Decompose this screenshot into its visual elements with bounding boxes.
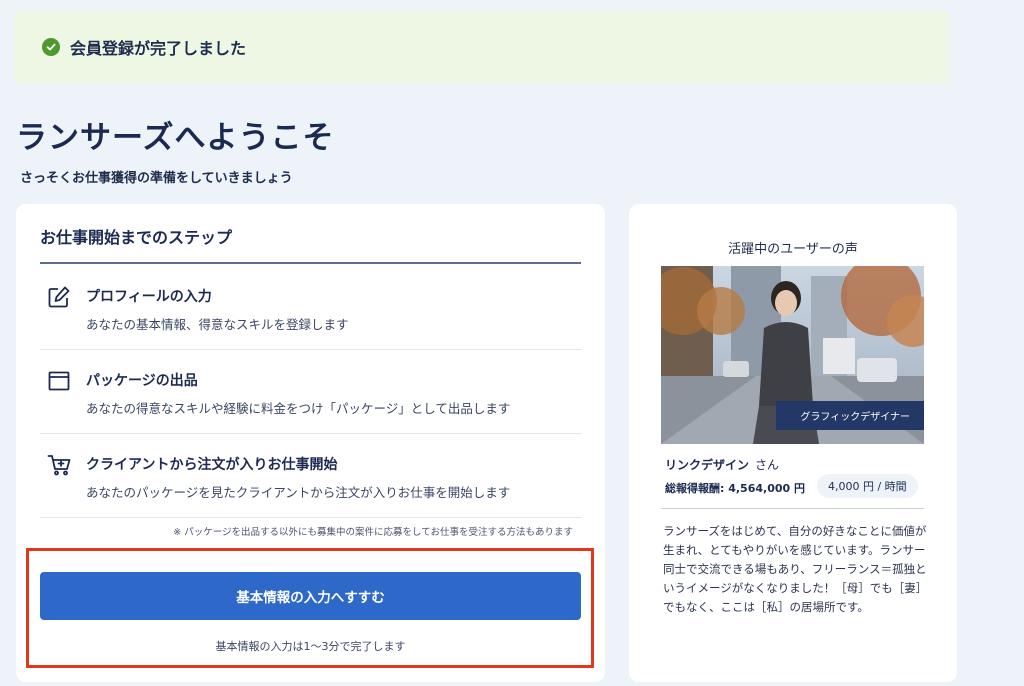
divider [661, 508, 924, 509]
user-name: リンクデザイン [665, 458, 750, 472]
total-earnings: 総報得報酬: 4,564,000 円 [665, 482, 805, 495]
testimonial-card: 活躍中のユーザーの声 グラフィックデザイナー リンクデザイン さん 総報得報酬:… [629, 204, 957, 682]
step-description: あなたの得意なスキルや経験に料金をつけ「パッケージ」として出品します [86, 401, 511, 416]
step-order: クライアントから注文が入りお仕事開始 あなたのパッケージを見たクライアントから注… [40, 434, 581, 518]
step-profile: プロフィールの入力 あなたの基本情報、得意なスキルを登録します [40, 266, 581, 350]
photo-tag: グラフィックデザイナー [776, 401, 924, 430]
cart-icon [46, 452, 72, 478]
registration-complete-banner: 会員登録が完了しました [14, 10, 950, 84]
steps-card-title: お仕事開始までのステップ [40, 228, 233, 247]
honorific: さん [755, 458, 780, 472]
check-circle-icon [42, 38, 60, 56]
step-title: プロフィールの入力 [86, 289, 212, 305]
window-icon [46, 368, 72, 394]
testimonial-title: 活躍中のユーザーの声 [728, 242, 858, 257]
user-name-line: リンクデザイン さん [665, 456, 779, 473]
edit-icon [46, 284, 72, 310]
page-title: ランサーズへようこそ [16, 120, 335, 156]
hourly-rate-badge: 4,000 円 / 時間 [817, 474, 918, 498]
banner-text: 会員登録が完了しました [70, 39, 247, 58]
cta-note: 基本情報の入力は1〜3分で完了します [215, 640, 406, 653]
proceed-basic-info-button[interactable]: 基本情報の入力へすすむ [40, 572, 581, 620]
testimonial-quote: ランサーズをはじめて、自分の好きなことに価値が生まれ、とてもやりがいを感じていま… [663, 524, 928, 614]
divider [40, 262, 581, 264]
steps-note: ※ パッケージを出品する以外にも募集中の案件に応募をしてお仕事を受注する方法もあ… [173, 527, 573, 538]
steps-card: お仕事開始までのステップ プロフィールの入力 あなたの基本情報、得意なスキルを登… [16, 204, 605, 682]
step-title: クライアントから注文が入りお仕事開始 [86, 457, 338, 473]
step-package: パッケージの出品 あなたの得意なスキルや経験に料金をつけ「パッケージ」として出品… [40, 350, 581, 434]
user-photo: グラフィックデザイナー [661, 266, 924, 444]
step-description: あなたのパッケージを見たクライアントから注文が入りお仕事を開始します [86, 485, 511, 500]
page-subtitle: さっそくお仕事獲得の準備をしていきましょう [20, 171, 293, 186]
step-description: あなたの基本情報、得意なスキルを登録します [86, 317, 349, 332]
step-title: パッケージの出品 [86, 373, 198, 389]
